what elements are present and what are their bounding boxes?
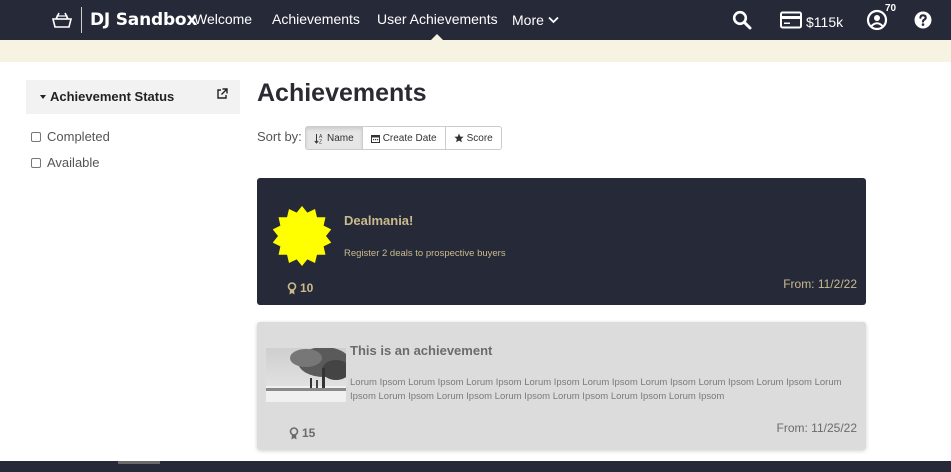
- achievement-title: Dealmania!: [344, 213, 414, 228]
- starburst-badge-icon: [272, 206, 332, 266]
- calendar-icon: [370, 134, 380, 143]
- sort-score-button[interactable]: Score: [446, 127, 501, 149]
- filter-completed[interactable]: Completed: [31, 129, 110, 144]
- external-link-icon[interactable]: [216, 88, 228, 100]
- sort-create-date-label: Create Date: [382, 132, 437, 144]
- achievement-description: Register 2 deals to prospective buyers: [344, 248, 506, 259]
- nav-user-achievements[interactable]: User Achievements: [377, 0, 498, 41]
- announcement-stripe: [0, 40, 951, 62]
- achievement-date: From: 11/2/22: [783, 277, 857, 291]
- points-value: 15: [302, 426, 316, 440]
- credit-card-icon: [780, 11, 802, 29]
- page-title: Achievements: [257, 79, 427, 107]
- brand-name: DJ Sandbox: [90, 10, 198, 30]
- nav-more[interactable]: More: [512, 0, 559, 40]
- nav-more-label: More: [512, 12, 544, 28]
- achievement-points: 15: [289, 426, 315, 440]
- footer-tab: [118, 461, 160, 464]
- nav-achievements[interactable]: Achievements: [272, 0, 360, 40]
- achievement-title: This is an achievement: [350, 343, 493, 358]
- achievement-status-label: Achievement Status: [50, 89, 175, 104]
- search-icon: [732, 10, 752, 30]
- star-icon: [454, 133, 464, 143]
- achievement-photo: [266, 348, 346, 402]
- help-button[interactable]: [914, 8, 932, 32]
- award-ribbon-icon: [289, 426, 299, 439]
- top-navbar: DJ Sandbox Welcome Achievements User Ach…: [0, 0, 951, 41]
- search-button[interactable]: [732, 8, 752, 32]
- caret-down-icon: [40, 94, 46, 99]
- award-ribbon-icon: [287, 281, 297, 294]
- achievement-points: 10: [287, 281, 313, 295]
- nav-welcome[interactable]: Welcome: [194, 0, 252, 40]
- question-circle-icon: [914, 11, 932, 29]
- brand-divider: [81, 7, 82, 33]
- sort-button-group: A Z Name Create Date Score: [305, 126, 502, 150]
- completed-checkbox[interactable]: [31, 131, 41, 142]
- brand-logo[interactable]: DJ Sandbox: [50, 6, 197, 34]
- achievement-card[interactable]: This is an achievement Lorum Ipsom Lorum…: [257, 322, 866, 450]
- sort-label: Sort by:: [257, 129, 302, 144]
- notification-count: 70: [885, 3, 897, 14]
- achievement-date: From: 11/25/22: [776, 421, 857, 435]
- achievement-description: Lorum Ipsom Lorum Ipsom Lorum Ipsom Loru…: [350, 377, 842, 402]
- notifications-button[interactable]: 70: [866, 3, 896, 32]
- sort-name-button[interactable]: A Z Name: [306, 127, 363, 149]
- sort-name-label: Name: [327, 132, 354, 144]
- achievement-status-header[interactable]: Achievement Status: [26, 80, 240, 114]
- achievement-status-title: Achievement Status: [40, 89, 174, 104]
- page-footer: [0, 461, 951, 472]
- achievement-card[interactable]: Dealmania! Register 2 deals to prospecti…: [257, 178, 866, 305]
- sort-score-label: Score: [466, 132, 493, 144]
- sort-create-date-button[interactable]: Create Date: [363, 127, 446, 149]
- filter-available[interactable]: Available: [31, 155, 100, 170]
- basket-icon: [51, 12, 73, 28]
- sort-alpha-icon: A Z: [314, 133, 323, 144]
- chevron-down-icon: [548, 16, 559, 24]
- points-value: 10: [300, 281, 314, 295]
- svg-text:Z: Z: [319, 139, 322, 144]
- filter-completed-label: Completed: [47, 129, 110, 144]
- available-checkbox[interactable]: [31, 157, 41, 168]
- cash-balance: $115k: [806, 14, 844, 30]
- filter-available-label: Available: [47, 155, 100, 170]
- wallet-button[interactable]: $115k: [780, 8, 843, 32]
